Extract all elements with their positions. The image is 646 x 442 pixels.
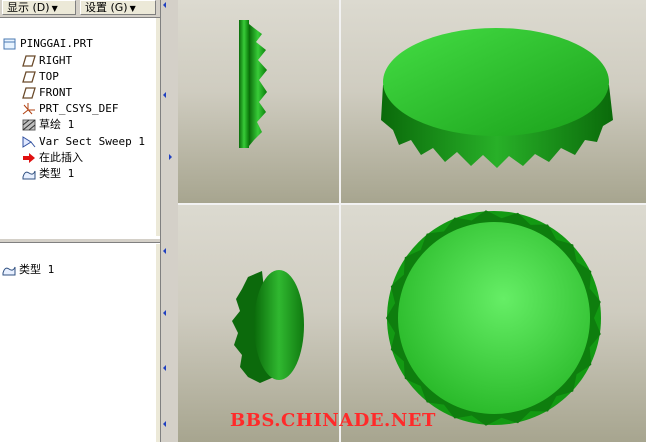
coordinate-system-icon (22, 103, 36, 115)
lower-panel: 类型 1 (0, 244, 160, 442)
tree-item-label: Var Sect Sweep 1 (39, 135, 145, 148)
tree-item-label: PRT_CSYS_DEF (39, 102, 119, 115)
viewport-isometric-view[interactable] (341, 0, 646, 203)
settings-menu-label: 设置 (G) (85, 1, 128, 14)
tree-item-front[interactable]: FRONT (22, 85, 72, 101)
settings-menu-button[interactable]: 设置 (G) ▼ (80, 0, 156, 15)
display-menu-button[interactable]: 显示 (D) ▼ (2, 0, 76, 15)
tree-item-right[interactable]: RIGHT (22, 53, 72, 69)
tree-item-label: 草绘 1 (39, 118, 75, 131)
tree-item-label: FRONT (39, 86, 73, 99)
tree-item-sweep[interactable]: Var Sect Sweep 1 (22, 134, 145, 150)
viewport-side-view[interactable] (178, 0, 339, 203)
viewport-divider-horizontal (178, 203, 646, 205)
tree-item-label: 在此插入 (39, 151, 83, 164)
tree-item-top[interactable]: TOP (22, 69, 59, 85)
bottle-cap-top-view (386, 210, 601, 426)
tree-scrollbar[interactable] (156, 18, 160, 236)
bottle-cap-side-view (239, 20, 267, 148)
graphics-area[interactable] (178, 0, 646, 442)
bottle-cap-isometric-view (381, 28, 613, 168)
panel-divider[interactable] (0, 238, 160, 243)
tree-item-insert-here[interactable]: 在此插入 (22, 150, 83, 166)
viewport-divider-vertical (339, 0, 341, 442)
lower-scrollbar[interactable] (156, 244, 160, 442)
display-menu-label: 显示 (D) (7, 1, 50, 14)
viewport-top-view[interactable] (341, 205, 646, 442)
model-tree-toolbar: 显示 (D) ▼ 设置 (G) ▼ (0, 0, 160, 18)
chevron-down-icon: ▼ (51, 4, 58, 13)
viewport-angled-view[interactable] (178, 205, 339, 442)
lower-item-style[interactable]: 类型 1 (2, 262, 54, 278)
lower-item-label: 类型 1 (19, 263, 55, 276)
style-feature-icon (22, 168, 36, 180)
insert-here-arrow-icon (22, 152, 36, 164)
tree-item-label: RIGHT (39, 54, 73, 67)
bottle-cap-angled-view (232, 270, 304, 383)
tree-item-part[interactable]: PINGGAI.PRT (3, 36, 93, 52)
datum-plane-icon (22, 55, 36, 67)
part-icon (3, 38, 17, 50)
splitter-arrows (163, 2, 172, 427)
datum-plane-icon (22, 87, 36, 99)
model-tree-panel: 显示 (D) ▼ 设置 (G) ▼ PINGGAI.PRT RIGHT TOP FR… (0, 0, 161, 442)
tree-item-style[interactable]: 类型 1 (22, 166, 74, 182)
tree-item-label: 类型 1 (39, 167, 75, 180)
tree-item-sketch[interactable]: 草绘 1 (22, 117, 74, 133)
tree-item-label: TOP (39, 70, 59, 83)
datum-plane-icon (22, 71, 36, 83)
sweep-icon (22, 136, 36, 148)
chevron-down-icon: ▼ (129, 4, 136, 13)
style-feature-icon (2, 264, 16, 276)
watermark-text: BBS.CHINADE.NET (230, 410, 436, 431)
tree-item-csys[interactable]: PRT_CSYS_DEF (22, 101, 118, 117)
pane-splitter[interactable] (161, 0, 178, 442)
tree-item-label: PINGGAI.PRT (20, 37, 93, 50)
sketch-icon (22, 119, 36, 131)
